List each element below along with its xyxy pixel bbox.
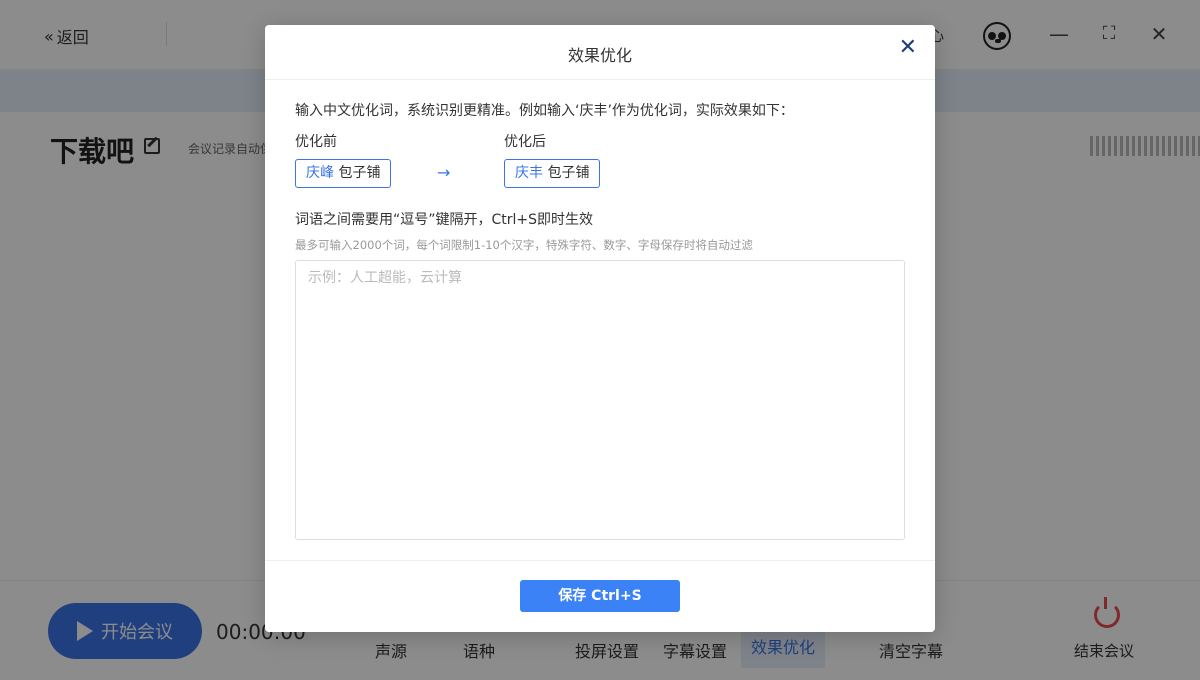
before-example-highlight: 庆峰 (306, 165, 334, 181)
after-example-highlight: 庆丰 (515, 165, 543, 181)
after-label: 优化后 (504, 134, 546, 150)
dialog-title: 效果优化 (567, 46, 632, 65)
after-example: 庆丰 包子铺 (504, 159, 601, 188)
after-example-rest: 包子铺 (543, 165, 590, 181)
arrow-right-icon: → (437, 163, 451, 182)
limit-hint: 最多可输入2000个词，每个词限制1-10个汉字，特殊字符、数字、字母保存时将自… (295, 238, 753, 252)
effect-optimize-dialog: 效果优化 ✕ 输入中文优化词，系统识别更精准。例如输入‘庆丰’作为优化词，实际效… (265, 25, 935, 632)
before-example: 庆峰 包子铺 (295, 159, 392, 188)
dialog-header: 效果优化 ✕ (265, 25, 935, 80)
before-example-rest: 包子铺 (334, 165, 381, 181)
close-icon[interactable]: ✕ (899, 37, 917, 59)
keywords-input[interactable] (295, 260, 905, 540)
dialog-footer: 保存 Ctrl+S (265, 560, 935, 632)
intro-text: 输入中文优化词，系统识别更精准。例如输入‘庆丰’作为优化词，实际效果如下： (295, 103, 794, 119)
save-button[interactable]: 保存 Ctrl+S (520, 580, 680, 612)
separator-hint: 词语之间需要用“逗号”键隔开，Ctrl+S即时生效 (295, 212, 594, 228)
before-label: 优化前 (295, 134, 337, 150)
